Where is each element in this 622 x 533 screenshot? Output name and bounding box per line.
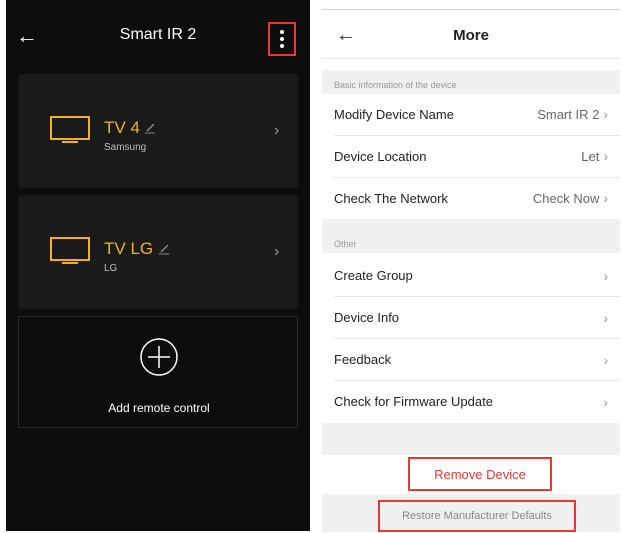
row-modify-name[interactable]: Modify Device Name Smart IR 2 ›	[322, 94, 620, 135]
add-remote-label: Add remote control	[108, 401, 210, 415]
row-feedback[interactable]: Feedback ›	[322, 339, 620, 380]
row-label: Device Info	[334, 310, 400, 325]
device-name: TV LG	[104, 239, 154, 258]
page-title: More	[453, 27, 489, 44]
device-name: TV 4	[104, 118, 140, 137]
add-plus-icon	[140, 338, 178, 376]
chevron-right-icon: ›	[603, 189, 608, 206]
row-device-info[interactable]: Device Info ›	[322, 297, 620, 338]
more-vertical-icon	[280, 27, 284, 51]
remove-device-button[interactable]: Remove Device	[408, 457, 552, 491]
section-label-basic: Basic information of the device	[322, 70, 620, 94]
tv-icon	[50, 116, 90, 143]
section-gap	[322, 423, 620, 455]
chevron-right-icon: ›	[603, 267, 608, 284]
edit-pencil-icon[interactable]	[144, 122, 156, 134]
row-create-group[interactable]: Create Group ›	[322, 255, 620, 296]
row-check-network[interactable]: Check The Network Check Now ›	[322, 178, 620, 219]
restore-defaults-button[interactable]: Restore Manufacturer Defaults	[378, 500, 576, 532]
row-device-location[interactable]: Device Location Let ›	[322, 136, 620, 177]
remove-device-label: Remove Device	[434, 466, 526, 482]
chevron-right-icon: ›	[603, 105, 608, 122]
row-label: Check The Network	[334, 191, 448, 206]
more-screen: ← More Basic information of the device M…	[322, 0, 620, 533]
row-firmware-update[interactable]: Check for Firmware Update ›	[322, 381, 620, 422]
device-brand: LG	[104, 263, 118, 274]
chevron-right-icon: ›	[274, 122, 280, 139]
more-menu-button[interactable]	[268, 22, 296, 56]
chevron-right-icon: ›	[603, 351, 608, 368]
chevron-right-icon: ›	[603, 147, 608, 164]
chevron-right-icon: ›	[603, 309, 608, 326]
section-label-other: Other	[322, 231, 620, 253]
top-divider	[322, 9, 620, 10]
device-card-tv4[interactable]: TV 4 Samsung ›	[18, 74, 298, 188]
row-label: Feedback	[334, 352, 392, 367]
header-divider	[322, 58, 620, 59]
tv-icon	[50, 237, 90, 264]
restore-defaults-label: Restore Manufacturer Defaults	[402, 510, 552, 522]
row-value: Smart IR 2	[537, 106, 600, 122]
device-screen: ← Smart IR 2 TV 4 Samsung › TV LG LG › A…	[6, 0, 310, 531]
device-brand: Samsung	[104, 142, 147, 153]
row-label: Device Location	[334, 149, 427, 164]
section-gap	[322, 219, 620, 231]
chevron-right-icon: ›	[603, 393, 608, 410]
add-remote-card[interactable]: Add remote control	[18, 316, 298, 428]
row-label: Modify Device Name	[334, 107, 454, 122]
chevron-right-icon: ›	[274, 243, 280, 260]
row-label: Check for Firmware Update	[334, 394, 493, 409]
row-label: Create Group	[334, 268, 413, 283]
device-card-tvlg[interactable]: TV LG LG ›	[18, 195, 298, 309]
device-title: Smart IR 2	[119, 26, 197, 43]
edit-pencil-icon[interactable]	[158, 243, 170, 255]
row-value: Check Now	[532, 190, 600, 206]
row-value: Let	[581, 148, 600, 164]
